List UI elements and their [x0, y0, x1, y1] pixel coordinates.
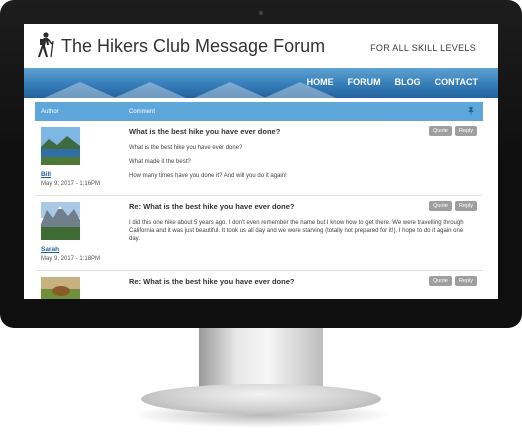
monitor-screen: The Hikers Club Message Forum FOR ALL SK…	[24, 24, 498, 299]
reply-button[interactable]: Reply	[454, 201, 477, 211]
quote-button[interactable]: Quote	[428, 201, 452, 211]
table-header: Author Comment	[35, 102, 483, 121]
post-date: May 9, 2017 - 1:16PM	[41, 181, 101, 187]
post-body: I did this one hike about 5 years ago. I…	[129, 219, 474, 249]
mountain-shape	[194, 82, 266, 98]
avatar	[41, 277, 80, 299]
tagline: FOR ALL SKILL LEVELS	[370, 43, 476, 53]
post-paragraph: What made it the best?	[129, 159, 191, 166]
avatar	[41, 202, 80, 240]
author-name[interactable]: Sarah	[41, 246, 59, 253]
quote-button[interactable]: Quote	[428, 276, 452, 286]
post-actions: Quote Reply	[428, 126, 477, 136]
mountain-shape	[114, 82, 186, 98]
pin-icon[interactable]	[467, 107, 475, 116]
hiker-icon	[38, 32, 54, 58]
post-title: Re: What is the best hike you have ever …	[129, 202, 295, 211]
post-actions: Quote Reply	[428, 276, 477, 286]
mountain-shape	[44, 82, 116, 98]
site-title: The Hikers Club Message Forum	[61, 36, 326, 56]
reply-button[interactable]: Reply	[454, 126, 477, 136]
forum-post: Sarah May 9, 2017 - 1:18PM Re: What is t…	[35, 196, 483, 271]
nav-forum[interactable]: FORUM	[348, 77, 381, 87]
quote-button[interactable]: Quote	[428, 126, 452, 136]
header-banner: HOME FORUM BLOG CONTACT	[24, 68, 498, 98]
post-body: What is the best hike you have ever done…	[129, 144, 474, 186]
monitor-base	[141, 384, 381, 414]
post-title: What is the best hike you have ever done…	[129, 127, 281, 136]
post-paragraph: What is the best hike you have ever done…	[129, 145, 243, 151]
forum-post: Bill May 9, 2017 - 1:16PM What is the be…	[35, 121, 483, 196]
post-date: May 9, 2017 - 1:18PM	[41, 256, 101, 262]
post-actions: Quote Reply	[428, 201, 477, 211]
author-column-header: Author	[41, 109, 59, 115]
reply-button[interactable]: Reply	[454, 276, 477, 286]
monitor-frame: The Hikers Club Message Forum FOR ALL SK…	[0, 0, 522, 328]
avatar	[41, 127, 80, 165]
nav-home[interactable]: HOME	[307, 77, 334, 87]
comment-column-header: Comment	[129, 109, 156, 115]
monitor-stand	[199, 328, 323, 388]
nav-blog[interactable]: BLOG	[395, 77, 421, 87]
main-nav: HOME FORUM BLOG CONTACT	[307, 77, 478, 87]
nav-contact[interactable]: CONTACT	[435, 77, 478, 87]
post-paragraph: I did this one hike about 5 years ago. I…	[129, 220, 464, 243]
author-name[interactable]: Bill	[41, 171, 51, 178]
webcam-icon	[259, 11, 263, 15]
site-header: The Hikers Club Message Forum FOR ALL SK…	[24, 24, 498, 68]
mountain-shape	[264, 82, 336, 98]
forum-table: Author Comment Bill May 9, 2017 - 1:16PM…	[35, 102, 483, 299]
post-paragraph: How many times have you done it? And wil…	[129, 173, 287, 180]
post-title: Re: What is the best hike you have ever …	[129, 277, 295, 286]
forum-post: Re: What is the best hike you have ever …	[35, 271, 483, 299]
